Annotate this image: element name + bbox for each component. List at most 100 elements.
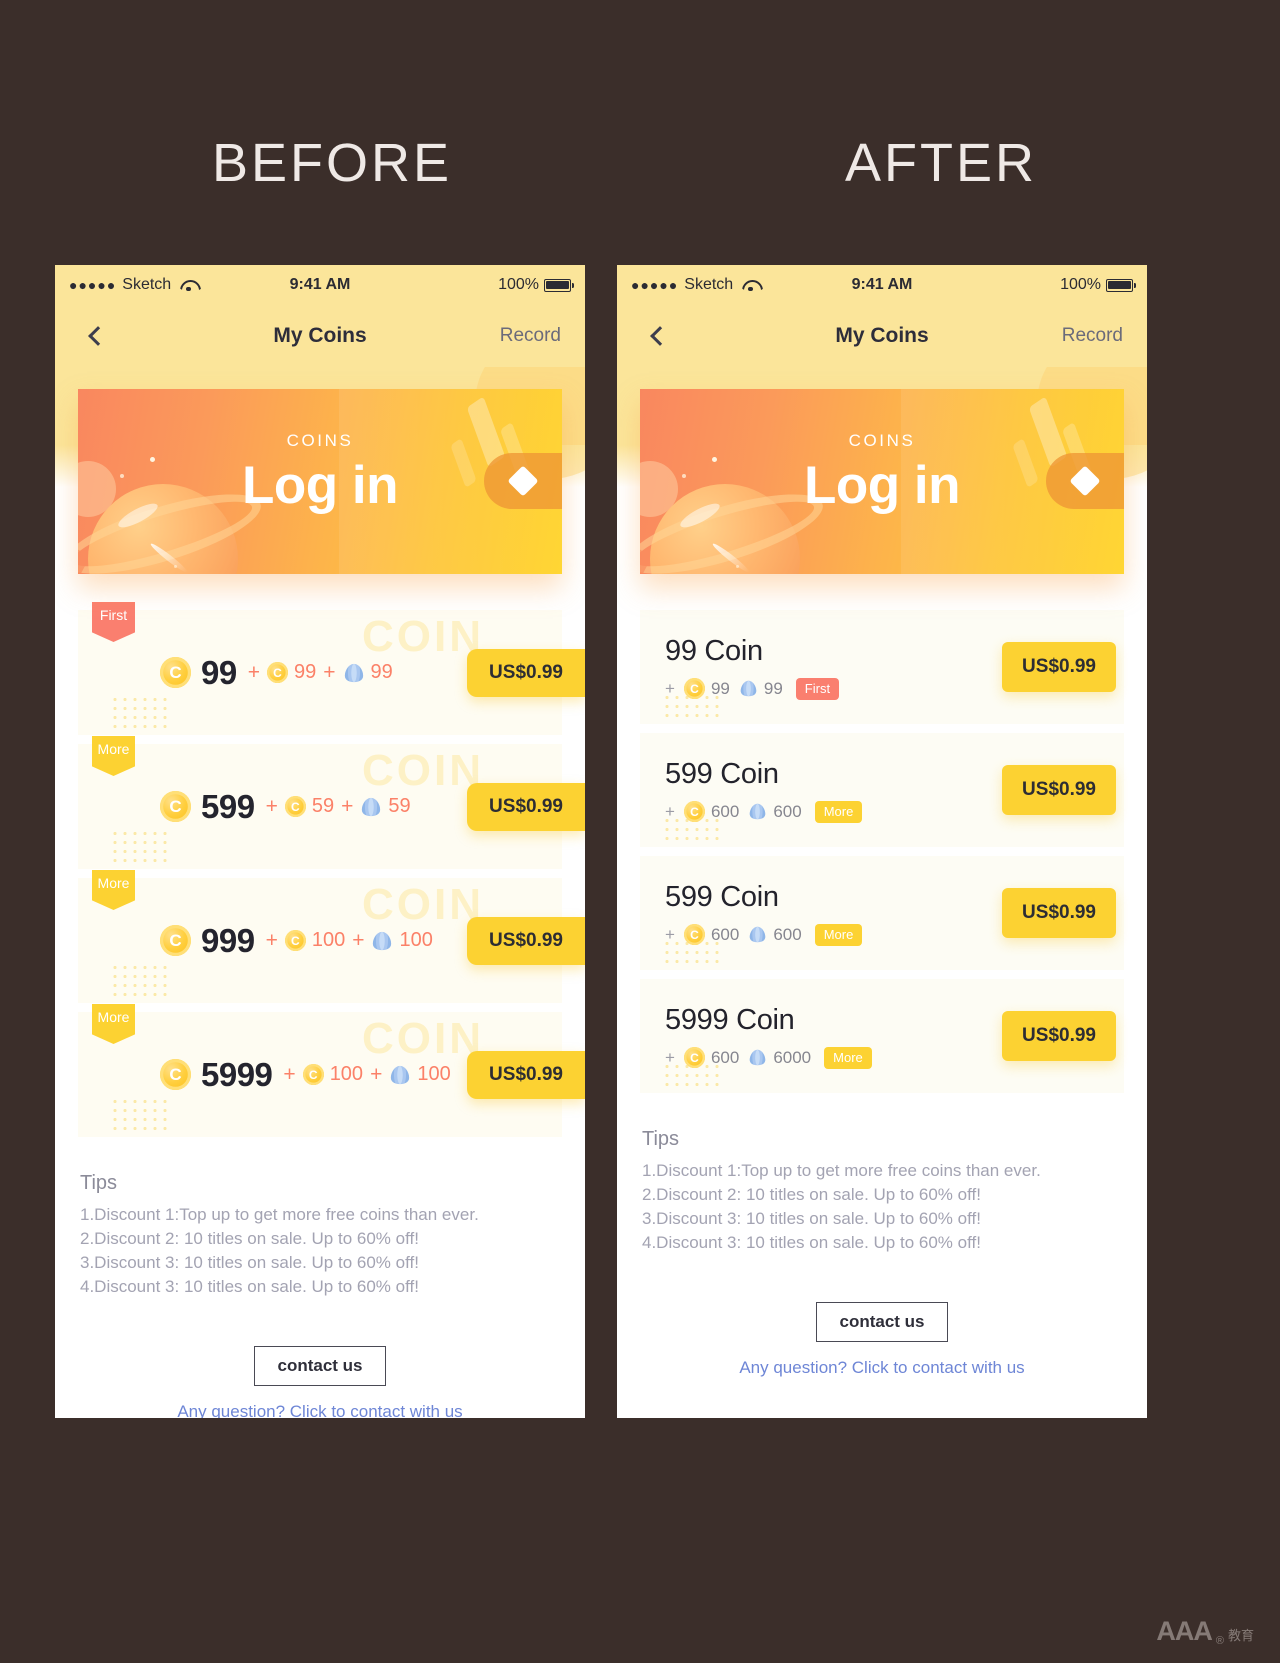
price-button[interactable]: US$0.99 <box>1002 642 1116 692</box>
nav-bar: My Coins Record <box>617 305 1147 367</box>
shell-icon <box>748 803 767 820</box>
plus-sign: + <box>665 924 675 944</box>
bonus-coin-amount: 600 <box>710 1047 740 1067</box>
tips-title: Tips <box>642 1128 680 1150</box>
hero-wrap: COINS Log in <box>55 389 585 574</box>
row-content: C 5999 + C 100 + 100 <box>160 1012 451 1137</box>
card-title: 599 Coin <box>665 880 779 913</box>
hero-next-button[interactable] <box>1046 453 1124 509</box>
bonus-shell-amount: 6000 <box>773 1047 812 1067</box>
price-button[interactable]: US$0.99 <box>467 916 585 965</box>
card-bonus-row: + C 99 99 First <box>665 677 840 700</box>
bonus-shell: 6000 <box>748 1048 811 1068</box>
list-item[interactable]: 599 Coin + C 600 600 More US$0.99 <box>640 733 1124 847</box>
row-content: C 599 + C 59 + 59 <box>160 744 411 869</box>
card-bonus-row: + C 600 6000 More <box>665 1046 872 1069</box>
bonus-shell-amount: 99 <box>370 661 393 683</box>
plus-sign: + <box>265 794 278 818</box>
row-content: C 999 + C 100 + 100 <box>160 878 433 1003</box>
bonus-coin: C 600 <box>683 801 740 822</box>
battery-full-icon <box>1106 278 1137 292</box>
bonus-coin-amount: 100 <box>329 1063 364 1085</box>
table-row[interactable]: COIN First C 99 + C 99 + 99 US$0.99 <box>78 602 585 735</box>
list-item[interactable]: 599 Coin + C 600 600 More US$0.99 <box>640 856 1124 970</box>
status-bar-right: 100% <box>1060 276 1137 294</box>
coin-icon: C <box>683 678 705 699</box>
tips-line: 3.Discount 3: 10 titles on sale. Up to 6… <box>80 1253 419 1273</box>
status-badge: More <box>92 1004 135 1044</box>
tips-title: Tips <box>80 1172 118 1194</box>
tips-line: 4.Discount 3: 10 titles on sale. Up to 6… <box>642 1233 981 1253</box>
nav-bar: My Coins Record <box>55 305 585 367</box>
record-button[interactable]: Record <box>1062 325 1123 347</box>
plus-sign: + <box>370 1062 383 1086</box>
price-button[interactable]: US$0.99 <box>467 1050 585 1099</box>
coin-amount: 999 <box>201 921 255 959</box>
status-bar: ●●●●● Sketch 9:41 AM 100% <box>55 265 585 305</box>
shell-icon <box>748 1049 767 1066</box>
bonus-coin-amount: 59 <box>311 795 335 817</box>
footer: contact us Any question? Click to contac… <box>617 1301 1147 1378</box>
bonus-shell-amount: 100 <box>417 1063 451 1085</box>
hero-banner[interactable]: COINS Log in <box>78 389 562 574</box>
hero-banner[interactable]: COINS Log in <box>640 389 1124 574</box>
coin-icon: C <box>160 657 191 688</box>
status-badge: More <box>92 736 135 776</box>
contact-us-button[interactable]: contact us <box>816 1301 948 1342</box>
contact-link[interactable]: Any question? Click to contact with us <box>617 1358 1147 1378</box>
record-button[interactable]: Record <box>500 325 561 347</box>
tips-line: 3.Discount 3: 10 titles on sale. Up to 6… <box>642 1209 981 1229</box>
card-content: 599 Coin + C 600 600 More <box>665 757 863 823</box>
price-button[interactable]: US$0.99 <box>467 648 585 697</box>
bonus-coin-amount: 600 <box>710 801 740 821</box>
battery-percent-label: 100% <box>498 276 539 293</box>
price-button[interactable]: US$0.99 <box>1002 888 1116 938</box>
status-badge: More <box>824 1046 872 1069</box>
card-title: 99 Coin <box>665 634 763 667</box>
row-content: C 99 + C 99 + 99 <box>160 610 393 735</box>
battery-full-icon <box>544 278 575 292</box>
row-bonus: + C 59 + 59 <box>265 795 411 819</box>
price-button[interactable]: US$0.99 <box>1002 1011 1116 1061</box>
contact-link[interactable]: Any question? Click to contact with us <box>55 1402 585 1419</box>
coin-amount: 99 <box>201 653 237 691</box>
card-content: 599 Coin + C 600 600 More <box>665 880 863 946</box>
bonus-coin: C 600 <box>683 924 740 945</box>
bonus-coin: C 600 <box>683 1047 740 1068</box>
watermark-text: AAA <box>1156 1616 1212 1646</box>
coin-icon: C <box>284 930 306 951</box>
bonus-shell-amount: 100 <box>399 929 433 951</box>
bonus-shell: 99 <box>739 679 783 699</box>
coin-icon: C <box>683 801 705 822</box>
plus-sign: + <box>265 928 278 952</box>
coin-icon: C <box>683 1047 705 1068</box>
hero-wrap: COINS Log in <box>617 389 1147 574</box>
coin-icon: C <box>160 791 191 822</box>
price-button[interactable]: US$0.99 <box>467 782 585 831</box>
list-item[interactable]: 99 Coin + C 99 99 First US$0.99 <box>640 610 1124 724</box>
table-row[interactable]: COIN More C 5999 + C 100 + 100 US$0.99 <box>78 1004 585 1137</box>
watermark-cn: 教育 <box>1227 1628 1254 1643</box>
table-row[interactable]: COIN More C 999 + C 100 + 100 US$0.99 <box>78 870 585 1003</box>
bonus-shell-amount: 600 <box>773 924 802 944</box>
bonus-coin-amount: 600 <box>710 924 740 944</box>
table-row[interactable]: COIN More C 599 + C 59 + 59 US$0.99 <box>78 736 585 869</box>
contact-us-button[interactable]: contact us <box>254 1345 386 1386</box>
shell-icon <box>343 663 365 683</box>
footer: contact us Any question? Click to contac… <box>55 1345 585 1419</box>
hero-eyebrow: COINS <box>286 431 354 450</box>
card-title: 599 Coin <box>665 757 779 790</box>
plus-sign: + <box>665 1047 675 1067</box>
plus-sign: + <box>665 801 675 821</box>
tips-line: 2.Discount 2: 10 titles on sale. Up to 6… <box>642 1185 981 1205</box>
tips-line: 2.Discount 2: 10 titles on sale. Up to 6… <box>80 1229 419 1249</box>
bonus-shell: 600 <box>748 802 802 822</box>
page-root: BEFORE AFTER ●●●●● Sketch 9:41 AM 100% M… <box>0 0 1280 1663</box>
card-bonus-row: + C 600 600 More <box>665 923 863 946</box>
hero-eyebrow: COINS <box>848 431 916 450</box>
price-button[interactable]: US$0.99 <box>1002 765 1116 815</box>
status-badge: First <box>795 677 840 700</box>
list-item[interactable]: 5999 Coin + C 600 6000 More US$0.99 <box>640 979 1124 1093</box>
coin-icon: C <box>302 1064 324 1085</box>
hero-next-button[interactable] <box>484 453 562 509</box>
